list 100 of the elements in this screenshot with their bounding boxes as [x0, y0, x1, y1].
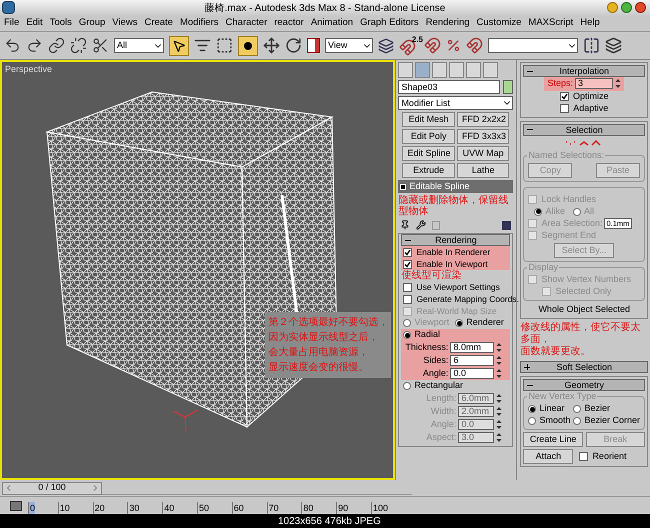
move-icon[interactable] [263, 37, 280, 54]
checkbox[interactable] [528, 231, 538, 240]
spinner-field[interactable]: 3.0 [458, 432, 494, 443]
field-label: Sides: [423, 354, 448, 367]
panel-button[interactable]: Attach [523, 449, 574, 464]
checkbox[interactable] [560, 104, 570, 113]
checkbox[interactable] [528, 195, 538, 204]
percent-snap-icon[interactable] [446, 38, 461, 53]
spinner-field[interactable]: 6 [450, 355, 494, 366]
checkbox-label: Selected Only [555, 284, 612, 298]
layers-icon[interactable] [605, 37, 622, 54]
rollout-header[interactable]: Interpolation [523, 65, 645, 77]
checkbox[interactable] [560, 92, 569, 101]
mirror-icon[interactable] [583, 37, 600, 54]
radio-button[interactable] [403, 319, 412, 327]
spinner-field[interactable]: 2.0mm [458, 406, 494, 417]
menu-item[interactable]: Views [112, 16, 138, 31]
spinner-field[interactable]: 0.0 [450, 368, 494, 379]
menu-item[interactable]: Modifiers [180, 16, 219, 31]
radio-button[interactable] [572, 208, 581, 216]
radio-label: Renderer [466, 316, 504, 330]
menu-item[interactable]: reactor [274, 16, 304, 31]
unlink-icon[interactable] [70, 37, 87, 54]
steps-field[interactable]: 3 [574, 78, 613, 90]
viewport[interactable]: Perspective 第２个选项最好不要勾选， 因为实体显示线型之后， 会大量占用电脑资源， 显示速度会变的很慢。 [0, 60, 396, 480]
menu-item[interactable]: Edit [26, 16, 43, 31]
rollout-header[interactable]: Selection [523, 124, 645, 136]
select-tool-button[interactable] [169, 36, 189, 56]
rotate-icon[interactable] [285, 37, 302, 54]
scissors-icon[interactable] [92, 37, 109, 54]
menu-item[interactable]: File [4, 16, 20, 31]
radio-button[interactable] [573, 417, 582, 425]
menu-item[interactable]: Graph Editors [360, 16, 419, 31]
menu-item[interactable]: Tools [50, 16, 72, 31]
selection-filter-dropdown[interactable]: All [114, 38, 164, 53]
panel-button[interactable]: Lathe [456, 163, 510, 178]
rollout-header[interactable]: Soft Selection [520, 361, 648, 373]
maximize-button[interactable] [621, 2, 632, 13]
radio-label: Alike [545, 204, 565, 218]
radio-button[interactable] [403, 331, 412, 339]
checkbox[interactable] [528, 219, 538, 228]
wrench-icon[interactable] [416, 220, 426, 230]
annotation-text: 第２个选项最好不要勾选， [268, 316, 388, 330]
checkbox[interactable] [403, 282, 412, 292]
window-crossing-button[interactable] [238, 36, 258, 56]
panel-button[interactable]: UVW Map [456, 146, 510, 161]
time-slider-thumb[interactable]: 0 / 100 [2, 482, 102, 494]
radio-button[interactable] [573, 405, 582, 413]
panel-button[interactable]: Extrude [402, 163, 455, 178]
rollout-header[interactable]: Rendering [401, 234, 510, 246]
panel-button[interactable]: Edit Poly [402, 129, 455, 144]
panel-button[interactable]: Create Line [523, 432, 583, 447]
redo-icon[interactable] [26, 37, 43, 54]
checkbox[interactable] [579, 452, 588, 461]
object-name-field[interactable]: Shape03 [398, 80, 500, 94]
angle-snap-icon[interactable] [424, 37, 441, 54]
list-icon[interactable] [194, 37, 211, 54]
modifier-list-dropdown[interactable]: Modifier List [398, 96, 514, 110]
checkbox[interactable] [403, 248, 412, 256]
panel-button[interactable]: FFD 3x3x3 [456, 129, 510, 144]
pin-icon[interactable] [400, 220, 410, 230]
menu-item[interactable]: Customize [476, 16, 522, 31]
menu-item[interactable]: Animation [310, 16, 354, 31]
radio-button[interactable] [528, 405, 536, 413]
menu-item[interactable]: Rendering [426, 16, 470, 31]
panel-button[interactable]: FFD 2x2x2 [456, 112, 510, 127]
radio-button[interactable] [403, 382, 412, 390]
object-color-swatch[interactable] [503, 80, 514, 94]
close-button[interactable] [635, 2, 646, 13]
checkbox[interactable] [403, 294, 412, 304]
checkbox[interactable] [403, 260, 412, 268]
menu-item[interactable]: MAXScript [528, 16, 574, 31]
named-selection-dropdown[interactable] [488, 38, 578, 53]
spinner-snap-icon[interactable] [466, 37, 483, 54]
rollout-header[interactable]: Geometry [523, 379, 645, 391]
link-icon[interactable] [48, 37, 65, 54]
panel-button[interactable]: Edit Mesh [402, 112, 455, 127]
checkbox[interactable] [542, 287, 552, 296]
undo-icon[interactable] [4, 37, 21, 54]
menu-item[interactable]: Create [144, 16, 173, 31]
field-label: Aspect: [426, 430, 456, 444]
minimize-button[interactable] [607, 2, 618, 13]
window-title: 藤椅.max - Autodesk 3ds Max 8 - Stand-alone License [204, 2, 446, 16]
modifier-stack-item[interactable]: Editable Spline [398, 180, 514, 193]
annotation-text: 显示速度会变的很慢。 [268, 360, 370, 375]
spinner-field[interactable]: 6.0mm [458, 393, 494, 404]
menu-item[interactable]: Help [580, 16, 600, 31]
radio-button[interactable] [455, 319, 464, 327]
panel-button[interactable]: Edit Spline [402, 146, 455, 161]
reference-coordinate-dropdown[interactable]: View [325, 38, 373, 53]
menu-item[interactable]: Group [78, 16, 106, 31]
spinner-field[interactable]: 0.0 [458, 419, 494, 430]
square-icon [400, 184, 406, 190]
checkbox[interactable] [528, 275, 538, 284]
spinner-field[interactable]: 8.0mm [450, 342, 494, 353]
image-info-text: 1023x656 476kb JPEG [278, 514, 381, 528]
radio-button[interactable] [534, 208, 542, 216]
radio-button[interactable] [528, 417, 536, 425]
marquee-icon[interactable] [216, 37, 233, 54]
menu-item[interactable]: Character [226, 16, 268, 31]
